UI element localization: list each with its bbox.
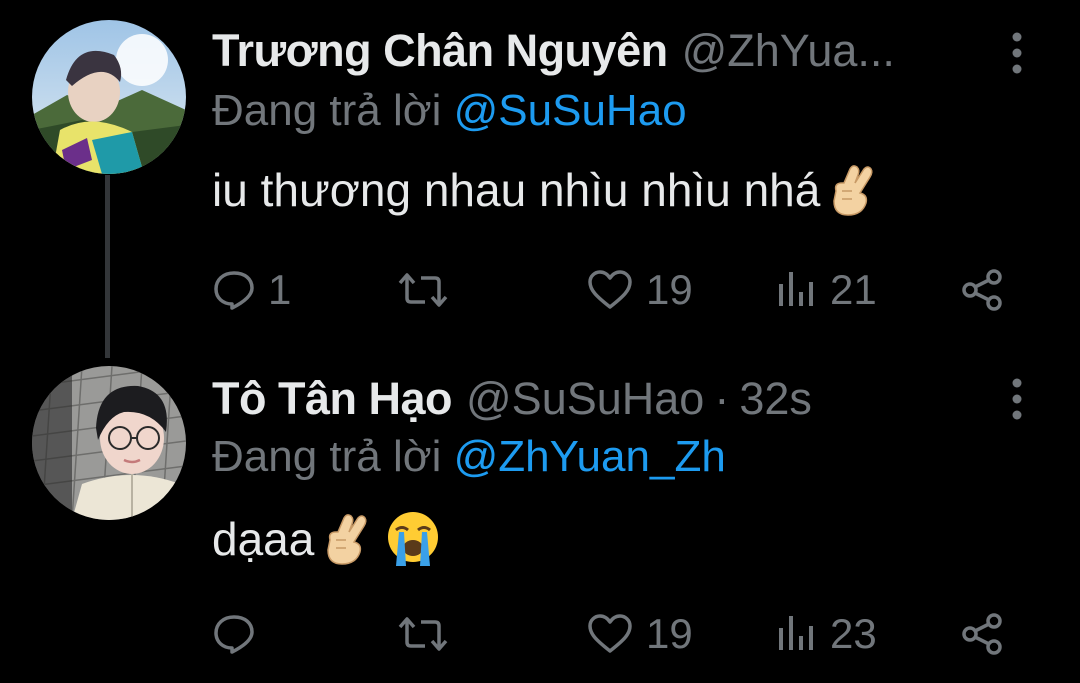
reply-icon (214, 271, 254, 310)
replying-to: Đang trả lời @SuSuHao (212, 86, 687, 136)
tweet-text: dạaa (212, 510, 442, 568)
retweet-icon (398, 617, 448, 651)
more-icon (1012, 378, 1022, 420)
handle[interactable]: @ZhYua... (682, 25, 895, 77)
tweet-1[interactable]: Trương Chân Nguyên @ZhYua... Đang trả lờ… (0, 16, 1080, 346)
crossed-fingers-emoji (316, 510, 374, 568)
avatar[interactable] (32, 366, 186, 520)
views-button[interactable]: 21 (774, 260, 877, 320)
avatar-image (32, 20, 186, 174)
loudly-crying-face-emoji (384, 510, 442, 568)
views-button[interactable]: 23 (774, 604, 877, 664)
more-button[interactable] (1002, 30, 1032, 76)
views-count: 21 (830, 266, 877, 313)
tweet-text-content: dạaa (212, 513, 315, 565)
tweet-actions: 19 23 (212, 604, 1012, 664)
reply-button[interactable]: 1 (212, 260, 291, 320)
retweet-icon (398, 273, 448, 307)
timestamp[interactable]: 32s (739, 373, 812, 425)
share-button[interactable] (960, 604, 1004, 664)
tweet-text-content: iu thương nhau nhìu nhìu nhá (212, 164, 821, 216)
heart-icon (588, 270, 632, 309)
reply-count: 1 (268, 266, 292, 313)
tweet-header: Tô Tân Hạo @SuSuHao · 32s (212, 364, 1002, 434)
replying-mention[interactable]: @ZhYuan_Zh (454, 432, 726, 481)
heart-icon (588, 614, 632, 653)
views-icon (779, 272, 813, 306)
handle[interactable]: @SuSuHao (466, 373, 704, 425)
replying-to: Đang trả lời @ZhYuan_Zh (212, 432, 726, 482)
like-count: 19 (646, 266, 693, 313)
retweet-button[interactable] (397, 604, 461, 664)
more-button[interactable] (1002, 376, 1032, 422)
reply-button[interactable] (212, 604, 268, 664)
tweet-text: iu thương nhau nhìu nhìu nhá (212, 161, 880, 219)
share-button[interactable] (960, 260, 1004, 320)
share-icon (962, 269, 1002, 311)
views-count: 23 (830, 610, 877, 657)
retweet-button[interactable] (397, 260, 461, 320)
like-button[interactable]: 19 (586, 604, 693, 664)
reply-icon (214, 615, 254, 654)
tweet-actions: 1 19 21 (212, 260, 1012, 320)
display-name[interactable]: Trương Chân Nguyên (212, 25, 668, 77)
display-name[interactable]: Tô Tân Hạo (212, 373, 453, 425)
like-button[interactable]: 19 (586, 260, 693, 320)
replying-prefix: Đang trả lời (212, 86, 442, 135)
avatar-image (32, 366, 186, 520)
avatar[interactable] (32, 20, 186, 174)
more-icon (1012, 32, 1022, 74)
crossed-fingers-emoji (822, 161, 880, 219)
tweet-header: Trương Chân Nguyên @ZhYua... (212, 16, 1002, 86)
share-icon (962, 613, 1002, 655)
views-icon (779, 616, 813, 650)
like-count: 19 (646, 610, 693, 657)
replying-mention[interactable]: @SuSuHao (454, 86, 687, 135)
tweet-2[interactable]: Tô Tân Hạo @SuSuHao · 32s Đang trả lời @… (0, 362, 1080, 682)
replying-prefix: Đang trả lời (212, 432, 442, 481)
separator-dot: · (714, 373, 730, 424)
